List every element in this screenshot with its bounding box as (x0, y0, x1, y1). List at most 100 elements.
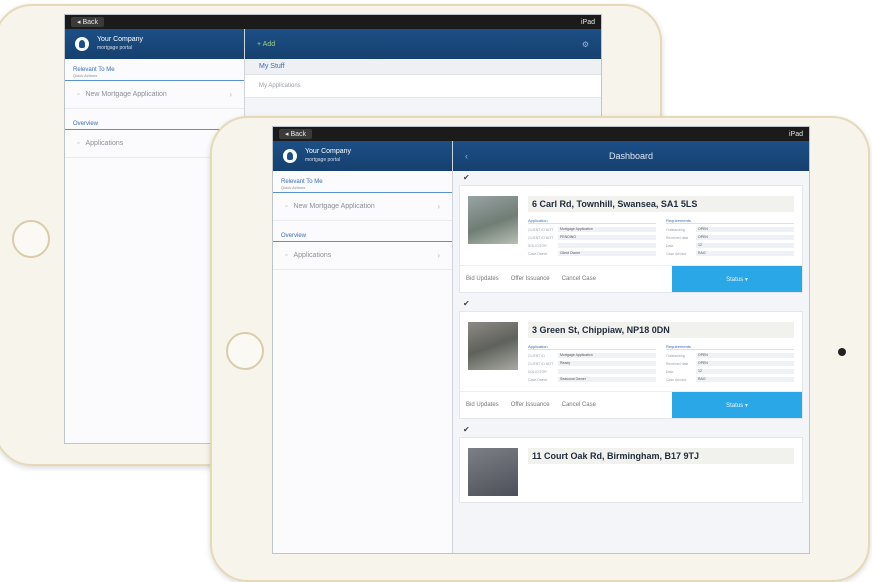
sidebar-item-new-application[interactable]: ▫ New Mortgage Application › (65, 81, 244, 109)
offer-issuance-button[interactable]: Offer Issuance (505, 394, 556, 416)
property-address: 6 Carl Rd, Townhill, Swansea, SA1 5LS (528, 196, 794, 212)
column-heading: Requirements (666, 218, 794, 224)
brand: Your Company mortgage portal (97, 35, 143, 53)
camera-dot (838, 348, 846, 356)
chevron-right-icon: › (437, 202, 440, 211)
field-label: CLIENT ID NOT (528, 361, 554, 366)
field-value (558, 369, 656, 374)
check-icon: ✔ (463, 173, 470, 182)
field-label: CLIENT ID (528, 353, 545, 358)
field-value: Client Owner (558, 251, 656, 256)
field-label: Case Owner (528, 377, 548, 382)
property-photo (468, 196, 518, 244)
offer-issuance-button[interactable]: Offer Issuance (505, 268, 556, 290)
field-value: OPEN (696, 227, 794, 232)
field-value: Seasonal Owner (558, 377, 656, 382)
main-header: + Add ⚙ (245, 29, 601, 59)
logo-icon (75, 37, 89, 51)
sidebar-header: Your Company mortgage portal (273, 141, 452, 171)
property-card: 3 Green St, Chippiaw, NP18 0DN Applicati… (459, 311, 803, 419)
status-bar: ◂ Back iPad (65, 15, 601, 29)
field-label: CLIENT ID NOT (528, 227, 554, 232)
property-address: 3 Green St, Chippiaw, NP18 0DN (528, 322, 794, 338)
property-address: 11 Court Oak Rd, Birmingham, B17 9TJ (528, 448, 794, 464)
field-label: Outstanding (666, 353, 685, 358)
chevron-right-icon: › (229, 90, 232, 99)
field-label: Case Advisor (666, 377, 687, 382)
device-label: iPad (580, 18, 595, 26)
column-heading: Application (528, 344, 656, 350)
section-sub: Quick Actions (65, 73, 244, 81)
document-icon: ▫ (77, 140, 80, 147)
property-card: 11 Court Oak Rd, Birmingham, B17 9TJ (459, 437, 803, 503)
sidebar-item-label: Applications (293, 252, 332, 259)
back-button[interactable]: ◂ Back (71, 17, 105, 27)
bid-updates-button[interactable]: Bid Updates (460, 268, 505, 290)
cancel-case-button[interactable]: Cancel Case (556, 394, 602, 416)
add-button[interactable]: + Add (257, 41, 275, 48)
home-button[interactable] (226, 332, 264, 370)
field-label: Received date (666, 235, 689, 240)
field-value: Mortgage Application (558, 227, 656, 232)
field-label: Case Advisor (666, 251, 687, 256)
brand-name: Your Company (305, 148, 352, 155)
property-photo (468, 322, 518, 370)
document-icon: ▫ (77, 91, 80, 98)
bid-updates-button[interactable]: Bid Updates (460, 394, 505, 416)
field-label: Case Owner (528, 251, 548, 256)
sidebar: Your Company mortgage portal Relevant To… (273, 141, 453, 553)
field-value (558, 243, 656, 248)
section-sub: Quick Actions (273, 185, 452, 193)
field-value: 12 (696, 243, 794, 248)
logo-icon (283, 149, 297, 163)
field-value: 12 (696, 369, 794, 374)
my-applications-item[interactable]: My Applications (245, 75, 601, 98)
page-title: Dashboard (608, 151, 654, 161)
field-value: OPEN (696, 353, 794, 358)
sidebar-item-label: New Mortgage Application (293, 203, 375, 210)
field-value: RAG (696, 377, 794, 382)
my-stuff-heading: My Stuff (245, 59, 601, 75)
field-label: Date (666, 369, 674, 374)
document-icon: ▫ (285, 252, 288, 259)
main-header: ‹ Dashboard (453, 141, 809, 171)
brand-name: Your Company (97, 36, 144, 43)
field-value: OPEN (696, 235, 794, 240)
device-label: iPad (788, 130, 803, 138)
column-heading: Requirements (666, 344, 794, 350)
sidebar-header: Your Company mortgage portal (65, 29, 244, 59)
status-bar: ◂ Back iPad (273, 127, 809, 141)
ipad-front: ◂ Back iPad Your Company mortgage portal… (210, 116, 870, 582)
field-label: Received date (666, 361, 689, 366)
sidebar-item-applications[interactable]: ▫ Applications › (273, 242, 452, 270)
field-label: SOLICITOR (528, 243, 547, 248)
chevron-right-icon: › (437, 251, 440, 260)
field-value: OPEN (696, 361, 794, 366)
document-icon: ▫ (285, 203, 288, 210)
sidebar-item-label: New Mortgage Application (85, 91, 167, 98)
check-icon: ✔ (463, 299, 470, 308)
gear-icon[interactable]: ⚙ (582, 40, 589, 49)
status-dropdown-button[interactable]: Status ▾ (672, 266, 802, 292)
brand-tagline: mortgage portal (305, 157, 341, 163)
field-label: Date (666, 243, 674, 248)
field-value: PENDING (558, 235, 656, 240)
section-label: Overview (281, 233, 307, 239)
check-icon: ✔ (463, 425, 470, 434)
front-screen: ◂ Back iPad Your Company mortgage portal… (272, 126, 810, 554)
section-label: Overview (73, 121, 99, 127)
app: Your Company mortgage portal Relevant To… (273, 141, 809, 553)
cancel-case-button[interactable]: Cancel Case (556, 268, 602, 290)
field-value: Mortgage Application (558, 353, 656, 358)
field-value: RAG (696, 251, 794, 256)
home-button[interactable] (12, 220, 50, 258)
back-button[interactable]: ◂ Back (279, 129, 313, 139)
field-label: Outstanding (666, 227, 685, 232)
my-applications-label: My Applications (259, 83, 301, 89)
property-photo (468, 448, 518, 496)
field-label: CLIENT ID NOT (528, 235, 554, 240)
mockup-stage: ◂ Back iPad Your Company mortgage portal… (0, 0, 872, 582)
brand-tagline: mortgage portal (97, 45, 133, 51)
status-dropdown-button[interactable]: Status ▾ (672, 392, 802, 418)
sidebar-item-new-application[interactable]: ▫ New Mortgage Application › (273, 193, 452, 221)
